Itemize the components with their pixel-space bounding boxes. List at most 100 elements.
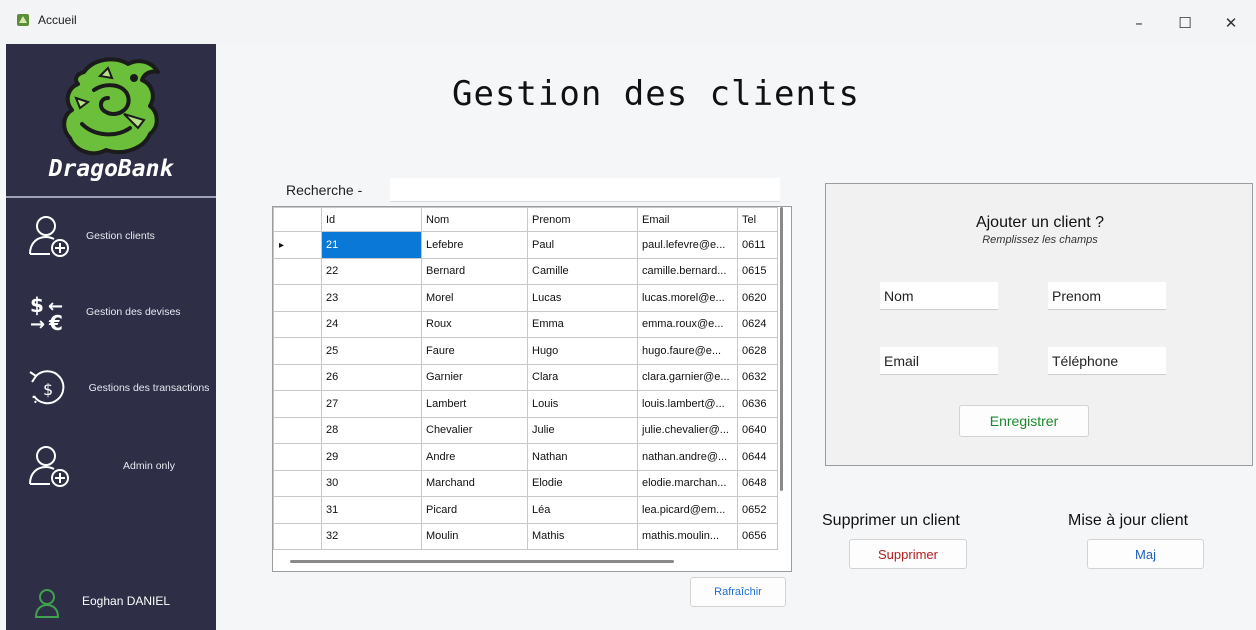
row-header[interactable] <box>273 390 322 418</box>
cell-tel[interactable]: 0611 <box>737 231 778 259</box>
cell-id[interactable]: 23 <box>321 284 422 312</box>
cell-email[interactable]: lea.picard@em... <box>637 496 738 524</box>
cell-nom[interactable]: Andre <box>421 443 528 471</box>
cell-prenom[interactable]: Camille <box>527 257 638 285</box>
row-header[interactable] <box>273 363 322 391</box>
cell-id[interactable]: 29 <box>321 443 422 471</box>
cell-prenom[interactable]: Emma <box>527 310 638 338</box>
cell-nom[interactable]: Picard <box>421 496 528 524</box>
row-header[interactable]: ▸ <box>273 231 322 259</box>
cell-tel[interactable]: 0656 <box>737 522 778 550</box>
telephone-field[interactable] <box>1048 347 1166 375</box>
table-row[interactable]: 27 Lambert Louis louis.lambert@... 0636 <box>273 390 778 418</box>
cell-email[interactable]: elodie.marchan... <box>637 469 738 497</box>
search-input[interactable] <box>390 178 780 202</box>
cell-nom[interactable]: Morel <box>421 284 528 312</box>
cell-tel[interactable]: 0632 <box>737 363 778 391</box>
cell-prenom[interactable]: Elodie <box>527 469 638 497</box>
update-button[interactable]: Maj <box>1087 539 1204 569</box>
table-row[interactable]: ▸ 21 Lefebre Paul paul.lefevre@e... 0611 <box>273 231 778 259</box>
column-header-email[interactable]: Email <box>637 207 738 232</box>
table-row[interactable]: 30 Marchand Elodie elodie.marchan... 0648 <box>273 469 778 497</box>
cell-id[interactable]: 31 <box>321 496 422 524</box>
cell-id[interactable]: 21 <box>321 231 422 259</box>
cell-tel[interactable]: 0640 <box>737 416 778 444</box>
table-row[interactable]: 31 Picard Léa lea.picard@em... 0652 <box>273 496 778 524</box>
sidebar-item-transactions[interactable]: $ Gestions des transactions <box>6 358 216 418</box>
row-header[interactable] <box>273 284 322 312</box>
row-header[interactable] <box>273 443 322 471</box>
maximize-button[interactable]: ☐ <box>1162 6 1208 40</box>
cell-prenom[interactable]: Léa <box>527 496 638 524</box>
cell-email[interactable]: paul.lefevre@e... <box>637 231 738 259</box>
cell-email[interactable]: camille.bernard... <box>637 257 738 285</box>
cell-id[interactable]: 28 <box>321 416 422 444</box>
column-header-nom[interactable]: Nom <box>421 207 528 232</box>
cell-id[interactable]: 32 <box>321 522 422 550</box>
cell-nom[interactable]: Roux <box>421 310 528 338</box>
cell-id[interactable]: 30 <box>321 469 422 497</box>
cell-email[interactable]: emma.roux@e... <box>637 310 738 338</box>
scrollbar-thumb[interactable] <box>780 207 783 491</box>
nom-field[interactable] <box>880 282 998 310</box>
row-header[interactable] <box>273 257 322 285</box>
table-row[interactable]: 32 Moulin Mathis mathis.moulin... 0656 <box>273 522 778 550</box>
cell-nom[interactable]: Garnier <box>421 363 528 391</box>
cell-prenom[interactable]: Hugo <box>527 337 638 365</box>
table-row[interactable]: 28 Chevalier Julie julie.chevalier@... 0640 <box>273 416 778 444</box>
cell-prenom[interactable]: Nathan <box>527 443 638 471</box>
cell-email[interactable]: louis.lambert@... <box>637 390 738 418</box>
cell-prenom[interactable]: Clara <box>527 363 638 391</box>
row-header[interactable] <box>273 416 322 444</box>
vertical-scrollbar[interactable] <box>778 207 784 497</box>
cell-email[interactable]: hugo.faure@e... <box>637 337 738 365</box>
cell-tel[interactable]: 0624 <box>737 310 778 338</box>
sidebar-item-admin[interactable]: Admin only <box>6 436 216 496</box>
cell-prenom[interactable]: Lucas <box>527 284 638 312</box>
cell-nom[interactable]: Bernard <box>421 257 528 285</box>
refresh-button[interactable]: Rafraîchir <box>690 577 786 607</box>
cell-tel[interactable]: 0636 <box>737 390 778 418</box>
cell-id[interactable]: 22 <box>321 257 422 285</box>
cell-prenom[interactable]: Mathis <box>527 522 638 550</box>
table-row[interactable]: 22 Bernard Camille camille.bernard... 0615 <box>273 257 778 285</box>
cell-email[interactable]: julie.chevalier@... <box>637 416 738 444</box>
cell-tel[interactable]: 0615 <box>737 257 778 285</box>
table-row[interactable]: 23 Morel Lucas lucas.morel@e... 0620 <box>273 284 778 312</box>
cell-nom[interactable]: Faure <box>421 337 528 365</box>
user-profile[interactable]: Eoghan DANIEL <box>6 580 216 626</box>
sidebar-item-gestion-devises[interactable]: $ → ← € Gestion des devises <box>6 282 216 342</box>
cell-nom[interactable]: Moulin <box>421 522 528 550</box>
table-row[interactable]: 25 Faure Hugo hugo.faure@e... 0628 <box>273 337 778 365</box>
delete-button[interactable]: Supprimer <box>849 539 967 569</box>
cell-tel[interactable]: 0620 <box>737 284 778 312</box>
sidebar-item-gestion-clients[interactable]: Gestion clients <box>6 206 216 266</box>
save-button[interactable]: Enregistrer <box>959 405 1089 437</box>
cell-email[interactable]: mathis.moulin... <box>637 522 738 550</box>
column-header-tel[interactable]: Tel <box>737 207 778 232</box>
cell-tel[interactable]: 0628 <box>737 337 778 365</box>
close-button[interactable]: ✕ <box>1208 6 1254 40</box>
column-header-id[interactable]: Id <box>321 207 422 232</box>
horizontal-scrollbar[interactable] <box>290 560 674 563</box>
cell-id[interactable]: 25 <box>321 337 422 365</box>
cell-prenom[interactable]: Julie <box>527 416 638 444</box>
cell-tel[interactable]: 0644 <box>737 443 778 471</box>
row-header[interactable] <box>273 310 322 338</box>
table-row[interactable]: 26 Garnier Clara clara.garnier@e... 0632 <box>273 363 778 391</box>
row-header[interactable] <box>273 337 322 365</box>
row-header[interactable] <box>273 496 322 524</box>
cell-email[interactable]: nathan.andre@... <box>637 443 738 471</box>
clients-grid[interactable]: Id Nom Prenom Email Tel ▸ 21 Lefebre Paul pa… <box>272 206 792 572</box>
table-row[interactable]: 29 Andre Nathan nathan.andre@... 0644 <box>273 443 778 471</box>
cell-id[interactable]: 27 <box>321 390 422 418</box>
cell-nom[interactable]: Marchand <box>421 469 528 497</box>
cell-tel[interactable]: 0648 <box>737 469 778 497</box>
cell-id[interactable]: 24 <box>321 310 422 338</box>
table-row[interactable]: 24 Roux Emma emma.roux@e... 0624 <box>273 310 778 338</box>
cell-nom[interactable]: Chevalier <box>421 416 528 444</box>
minimize-button[interactable]: – <box>1116 6 1162 40</box>
prenom-field[interactable] <box>1048 282 1166 310</box>
cell-prenom[interactable]: Paul <box>527 231 638 259</box>
cell-tel[interactable]: 0652 <box>737 496 778 524</box>
